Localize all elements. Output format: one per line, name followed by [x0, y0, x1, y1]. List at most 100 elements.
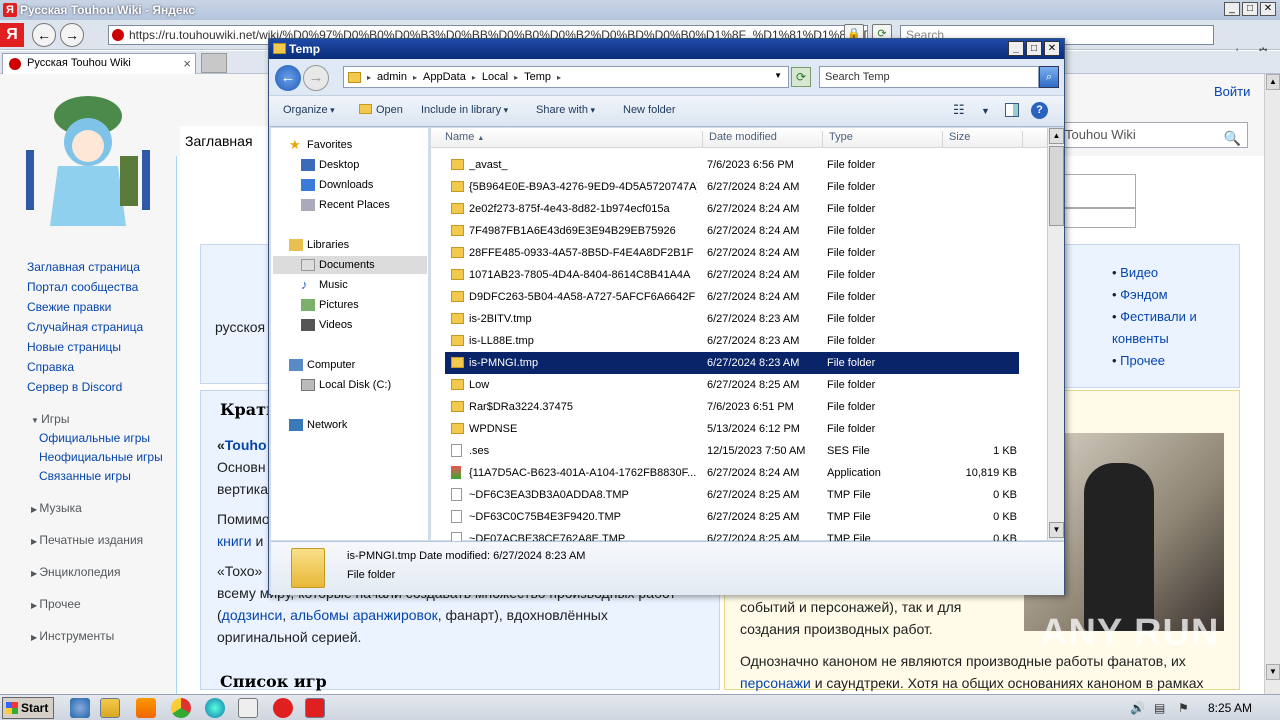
close-button[interactable]: ✕ — [1044, 41, 1060, 56]
file-row[interactable]: WPDNSE 5/13/2024 6:12 PM File folder — [445, 418, 1019, 440]
file-row[interactable]: _avast_ 7/6/2023 6:56 PM File folder — [445, 154, 1019, 176]
chrome-icon[interactable] — [171, 698, 191, 718]
file-row[interactable]: 7F4987FB1A6E43d69E3E94B29EB75926 6/27/202… — [445, 220, 1019, 242]
breadcrumb-item[interactable]: Temp — [524, 71, 551, 83]
tab-main-page[interactable]: Заглавная — [180, 126, 270, 156]
sidebar-section-other[interactable]: Прочее — [31, 597, 177, 611]
wiki-logo-icon[interactable] — [26, 86, 150, 236]
view-options-icon[interactable]: ☷ — [953, 102, 965, 118]
wiki-search-input[interactable]: Touhou Wiki 🔍 — [1058, 122, 1248, 148]
nav-downloads[interactable]: Downloads — [301, 176, 373, 194]
nav-documents[interactable]: Documents — [273, 256, 427, 274]
chevron-right-icon[interactable]: ▸ — [367, 73, 371, 82]
file-row[interactable]: Rar$DRa3224.37475 7/6/2023 6:51 PM File fo… — [445, 396, 1019, 418]
file-row[interactable]: is-LL88E.tmp 6/27/2024 8:23 AM File folder — [445, 330, 1019, 352]
ie-icon[interactable] — [70, 698, 90, 718]
file-row[interactable]: 28FFE485-0933-4A57-8B5D-F4E4A8DF2B1F 6/27… — [445, 242, 1019, 264]
forward-button[interactable]: → — [60, 23, 84, 47]
new-folder-button[interactable]: New folder — [623, 104, 676, 116]
browser-tab[interactable]: Русская Touhou Wiki × — [2, 53, 196, 74]
chevron-right-icon[interactable]: ▸ — [514, 73, 518, 82]
books-link[interactable]: книги — [217, 533, 252, 549]
file-row[interactable]: Low 6/27/2024 8:25 AM File folder — [445, 374, 1019, 396]
maximize-button[interactable]: □ — [1242, 2, 1258, 16]
characters-link[interactable]: персонажи — [740, 675, 811, 691]
sidebar-item[interactable]: Сервер в Discord — [27, 380, 177, 394]
sidebar-section-games[interactable]: Игры — [31, 412, 177, 426]
nav-favorites[interactable]: ★ Favorites — [289, 136, 352, 154]
organize-button[interactable]: Organize — [283, 104, 335, 116]
link-festivals[interactable]: Фестивали и конвенты — [1112, 309, 1197, 346]
file-row[interactable]: .ses 12/15/2023 7:50 AM SES File 1 KB — [445, 440, 1019, 462]
file-row[interactable]: D9DFC263-5B04-4A58-A727-5AFCF6A6642F 6/27… — [445, 286, 1019, 308]
minimize-button[interactable]: _ — [1008, 41, 1024, 56]
edge-icon[interactable] — [205, 698, 225, 718]
breadcrumb-item[interactable]: admin — [377, 71, 407, 83]
scroll-down-icon[interactable]: ▼ — [1266, 664, 1280, 680]
touhou-link[interactable]: Touho — [225, 437, 267, 453]
scroll-up-icon[interactable]: ▲ — [1266, 74, 1280, 90]
sidebar-item[interactable]: Новые страницы — [27, 340, 177, 354]
include-in-library-button[interactable]: Include in library — [421, 104, 508, 116]
albums-link[interactable]: альбомы аранжировок — [290, 607, 438, 623]
sidebar-item[interactable]: Справка — [27, 360, 177, 374]
chevron-down-icon[interactable]: ▼ — [981, 106, 990, 116]
yandex-browser-icon[interactable] — [273, 698, 293, 718]
column-size[interactable]: Size — [943, 131, 1023, 148]
sidebar-item[interactable]: Портал сообщества — [27, 280, 177, 294]
sidebar-item[interactable]: Связанные игры — [39, 469, 177, 483]
file-row[interactable]: {11A7D5AC-B623-401A-A104-1762FB8830F... 6… — [445, 462, 1019, 484]
sidebar-section-tools[interactable]: Инструменты — [31, 629, 177, 643]
breadcrumb[interactable]: ▸ admin ▸ AppData ▸ Local ▸ Temp ▸ ▼ — [343, 66, 789, 88]
sidebar-item[interactable]: Свежие правки — [27, 300, 177, 314]
chevron-right-icon[interactable]: ▸ — [557, 73, 561, 82]
volume-icon[interactable]: 🔊 — [1130, 701, 1145, 715]
column-date[interactable]: Date modified — [703, 131, 823, 148]
maximize-button[interactable]: □ — [1026, 41, 1042, 56]
file-row[interactable]: is-PMNGI.tmp 6/27/2024 8:23 AM File folder — [445, 352, 1019, 374]
sidebar-section-encyclopedia[interactable]: Энциклопедия — [31, 565, 177, 579]
column-type[interactable]: Type — [823, 131, 943, 148]
tab-close-icon[interactable]: × — [183, 54, 191, 73]
scroll-down-icon[interactable]: ▼ — [1049, 522, 1064, 538]
close-button[interactable]: ✕ — [1260, 2, 1276, 16]
nav-music[interactable]: ♪ Music — [301, 276, 348, 294]
explorer-taskbar-icon[interactable] — [100, 698, 120, 718]
breadcrumb-item[interactable]: AppData — [423, 71, 466, 83]
minimize-button[interactable]: _ — [1224, 2, 1240, 16]
link-other[interactable]: Прочее — [1120, 353, 1165, 368]
nav-local-disk[interactable]: Local Disk (C:) — [301, 376, 391, 394]
nav-network[interactable]: Network — [289, 416, 347, 434]
link-video[interactable]: Видео — [1120, 265, 1158, 280]
login-link[interactable]: Войти — [1214, 84, 1250, 99]
breadcrumb-item[interactable]: Local — [482, 71, 508, 83]
start-button[interactable]: Start — [2, 697, 54, 719]
search-input[interactable]: Search Temp — [819, 66, 1039, 88]
doujinshi-link[interactable]: додзинси — [222, 607, 283, 623]
nav-libraries[interactable]: Libraries — [289, 236, 349, 254]
chevron-right-icon[interactable]: ▸ — [472, 73, 476, 82]
link-fandom[interactable]: Фэндом — [1120, 287, 1167, 302]
network-tray-icon[interactable]: ▤ — [1154, 701, 1165, 715]
yandex-menu-button[interactable]: Я — [0, 23, 24, 47]
refresh-button[interactable]: ⟳ — [791, 67, 811, 87]
flag-icon[interactable]: ⚑ — [1178, 701, 1189, 715]
nav-videos[interactable]: Videos — [301, 316, 352, 334]
file-list-scrollbar[interactable]: ▲ ▼ — [1047, 128, 1064, 540]
file-row[interactable]: 2e02f273-875f-4e43-8d82-1b974ecf015a 6/27… — [445, 198, 1019, 220]
nav-computer[interactable]: Computer — [289, 356, 355, 374]
yandex-active-icon[interactable] — [305, 698, 325, 718]
sidebar-item[interactable]: Официальные игры — [39, 431, 177, 445]
preview-pane-icon[interactable] — [1005, 103, 1019, 117]
file-row[interactable]: 1071AB23-7805-4D4A-8404-8614C8B41A4A 6/27… — [445, 264, 1019, 286]
sidebar-item[interactable]: Неофициальные игры — [39, 450, 177, 464]
media-player-icon[interactable] — [136, 698, 156, 718]
sidebar-item[interactable]: Заглавная страница — [27, 260, 177, 274]
search-icon[interactable]: 🔍 — [1224, 126, 1241, 150]
back-button[interactable]: ← — [275, 65, 301, 91]
search-icon[interactable]: ⌕ — [1039, 66, 1059, 88]
scroll-thumb[interactable] — [1049, 146, 1064, 226]
file-row[interactable]: is-2BITV.tmp 6/27/2024 8:23 AM File folder — [445, 308, 1019, 330]
share-with-button[interactable]: Share with — [536, 104, 595, 116]
sidebar-section-music[interactable]: Музыка — [31, 501, 177, 515]
